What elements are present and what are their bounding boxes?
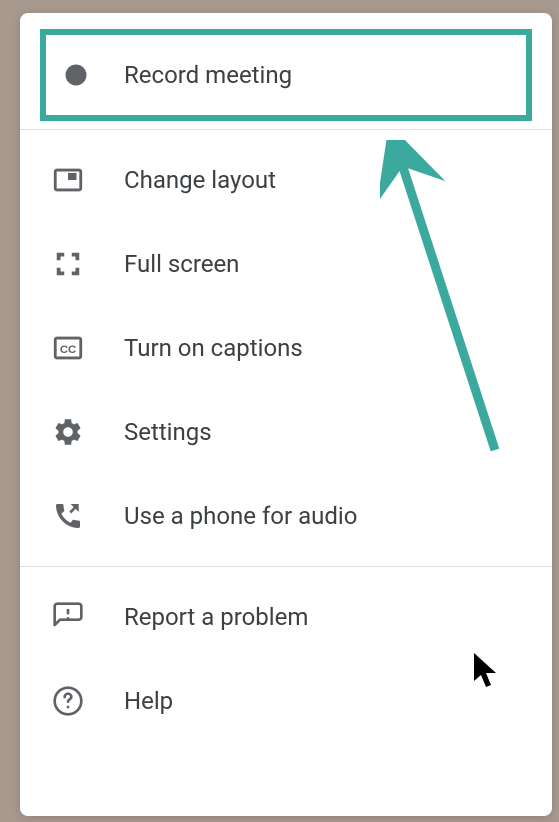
layout-icon	[48, 160, 88, 200]
help-icon	[48, 681, 88, 721]
settings-icon	[48, 412, 88, 452]
options-menu: Record meeting Change layout Full screen…	[20, 13, 552, 816]
use-phone-audio-item[interactable]: Use a phone for audio	[20, 474, 552, 558]
record-icon	[56, 55, 96, 95]
settings-item[interactable]: Settings	[20, 390, 552, 474]
settings-label: Settings	[124, 418, 212, 446]
phone-audio-icon	[48, 496, 88, 536]
report-problem-item[interactable]: Report a problem	[20, 575, 552, 659]
captions-label: Turn on captions	[124, 334, 303, 362]
full-screen-item[interactable]: Full screen	[20, 222, 552, 306]
svg-text:CC: CC	[60, 344, 76, 356]
full-screen-label: Full screen	[124, 250, 239, 278]
fullscreen-icon	[48, 244, 88, 284]
turn-on-captions-item[interactable]: CC Turn on captions	[20, 306, 552, 390]
menu-divider	[20, 566, 552, 567]
change-layout-item[interactable]: Change layout	[20, 138, 552, 222]
feedback-icon	[48, 597, 88, 637]
menu-divider	[20, 129, 552, 130]
help-label: Help	[124, 687, 173, 715]
record-meeting-label: Record meeting	[124, 61, 292, 89]
report-problem-label: Report a problem	[124, 603, 308, 631]
phone-audio-label: Use a phone for audio	[124, 502, 357, 530]
captions-icon: CC	[48, 328, 88, 368]
help-item[interactable]: Help	[20, 659, 552, 743]
record-meeting-item[interactable]: Record meeting	[40, 29, 532, 121]
change-layout-label: Change layout	[124, 166, 276, 194]
